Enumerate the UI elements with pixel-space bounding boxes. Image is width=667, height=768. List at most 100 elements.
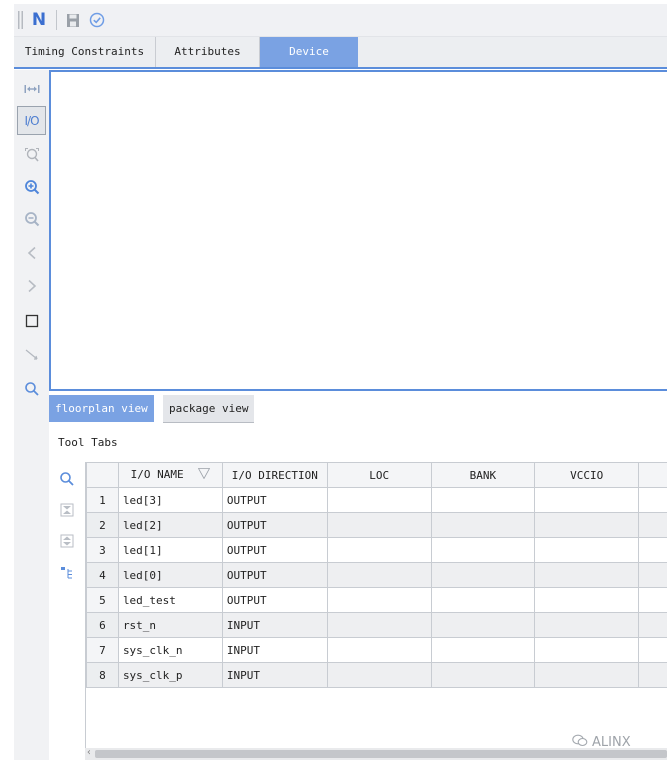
search-icon[interactable] — [17, 374, 46, 403]
table-row[interactable]: 1 led[3] OUTPUT — [86, 487, 667, 513]
table-row[interactable]: 6 rst_n INPUT — [86, 612, 667, 638]
overflow-cell — [638, 512, 667, 538]
bank-cell[interactable] — [430, 487, 536, 513]
io-direction-cell[interactable]: OUTPUT — [221, 487, 328, 513]
tab-floorplan-view[interactable]: floorplan view — [49, 395, 154, 422]
main-toolbar: N — [14, 4, 667, 37]
toolbar-divider — [52, 4, 62, 36]
bank-cell[interactable] — [430, 587, 536, 613]
vccio-cell[interactable] — [534, 512, 640, 538]
io-name-cell[interactable]: sys_clk_n — [117, 637, 223, 663]
io-name-cell[interactable]: led[1] — [117, 537, 223, 563]
tree-view-icon[interactable] — [56, 562, 78, 584]
loc-cell[interactable] — [326, 637, 432, 663]
io-name-cell[interactable]: led[3] — [117, 487, 223, 513]
back-arrow-icon[interactable] — [17, 238, 46, 267]
io-direction-cell[interactable]: INPUT — [221, 637, 328, 663]
row-number: 1 — [86, 487, 119, 513]
io-direction-cell[interactable]: OUTPUT — [221, 562, 328, 588]
bank-cell[interactable] — [430, 562, 536, 588]
zoom-area-icon[interactable] — [17, 140, 46, 169]
loc-cell[interactable] — [326, 537, 432, 563]
io-name-cell[interactable]: rst_n — [117, 612, 223, 638]
vccio-cell[interactable] — [534, 637, 640, 663]
loc-cell[interactable] — [326, 512, 432, 538]
forward-arrow-icon[interactable] — [17, 271, 46, 300]
overflow-cell — [638, 637, 667, 663]
tab-attributes[interactable]: Attributes — [156, 37, 260, 67]
n-logo-icon[interactable]: N — [28, 4, 50, 36]
loc-cell[interactable] — [326, 662, 432, 688]
line-tool-icon[interactable] — [17, 340, 46, 369]
fit-width-icon[interactable] — [17, 74, 46, 103]
expand-icon[interactable] — [56, 530, 78, 552]
view-tabs: floorplan view package view — [49, 395, 667, 423]
vccio-cell[interactable] — [534, 562, 640, 588]
filter-icon[interactable] — [198, 468, 211, 482]
overflow-cell — [638, 662, 667, 688]
column-header-overflow — [638, 462, 667, 488]
io-name-cell[interactable]: led_test — [117, 587, 223, 613]
rectangle-select-icon[interactable] — [17, 306, 46, 335]
device-canvas[interactable] — [49, 70, 667, 391]
io-icon[interactable]: I/O — [17, 106, 46, 135]
table-tools — [52, 462, 84, 758]
column-header-vccio[interactable]: VCCIO — [534, 462, 640, 488]
io-table-container: I/O NAME I/O DIRECTION LOC BANK VCCIO 1 … — [85, 462, 667, 748]
table-row[interactable]: 7 sys_clk_n INPUT — [86, 637, 667, 663]
bank-cell[interactable] — [430, 537, 536, 563]
tool-tabs-label: Tool Tabs — [58, 436, 118, 449]
overflow-cell — [638, 487, 667, 513]
table-row[interactable]: 3 led[1] OUTPUT — [86, 537, 667, 563]
table-header-row: I/O NAME I/O DIRECTION LOC BANK VCCIO — [86, 462, 667, 488]
tab-device[interactable]: Device — [260, 37, 358, 67]
io-direction-cell[interactable]: OUTPUT — [221, 512, 328, 538]
scroll-left-icon[interactable]: ‹ — [86, 747, 92, 758]
column-header-loc[interactable]: LOC — [326, 462, 432, 488]
table-row[interactable]: 4 led[0] OUTPUT — [86, 562, 667, 588]
loc-cell[interactable] — [326, 562, 432, 588]
io-direction-cell[interactable]: INPUT — [221, 612, 328, 638]
column-header-io-name[interactable]: I/O NAME — [117, 462, 223, 488]
loc-cell[interactable] — [326, 587, 432, 613]
io-direction-cell[interactable]: OUTPUT — [221, 587, 328, 613]
scrollbar-thumb[interactable] — [95, 750, 667, 758]
loc-cell[interactable] — [326, 487, 432, 513]
tab-timing-constraints[interactable]: Timing Constraints — [14, 37, 156, 67]
bank-cell[interactable] — [430, 662, 536, 688]
vccio-cell[interactable] — [534, 662, 640, 688]
io-name-cell[interactable]: led[2] — [117, 512, 223, 538]
io-name-cell[interactable]: sys_clk_p — [117, 662, 223, 688]
vccio-cell[interactable] — [534, 537, 640, 563]
io-direction-cell[interactable]: OUTPUT — [221, 537, 328, 563]
io-table: I/O NAME I/O DIRECTION LOC BANK VCCIO 1 … — [86, 462, 667, 688]
io-direction-cell[interactable]: INPUT — [221, 662, 328, 688]
table-row[interactable]: 8 sys_clk_p INPUT — [86, 662, 667, 688]
vccio-cell[interactable] — [534, 587, 640, 613]
io-name-cell[interactable]: led[0] — [117, 562, 223, 588]
table-row[interactable]: 5 led_test OUTPUT — [86, 587, 667, 613]
watermark: ALINX — [572, 734, 631, 751]
zoom-out-icon[interactable] — [17, 204, 46, 233]
vccio-cell[interactable] — [534, 612, 640, 638]
bank-cell[interactable] — [430, 612, 536, 638]
vccio-cell[interactable] — [534, 487, 640, 513]
check-circle-icon[interactable] — [86, 4, 108, 36]
grip-icon — [16, 4, 26, 36]
device-toolbar: I/O — [14, 70, 49, 760]
zoom-in-icon[interactable] — [17, 172, 46, 201]
row-number-header — [86, 462, 119, 488]
row-number: 4 — [86, 562, 119, 588]
row-number: 3 — [86, 537, 119, 563]
tab-package-view[interactable]: package view — [163, 395, 255, 423]
bank-cell[interactable] — [430, 637, 536, 663]
table-row[interactable]: 2 led[2] OUTPUT — [86, 512, 667, 538]
save-icon[interactable] — [62, 4, 84, 36]
column-header-io-direction[interactable]: I/O DIRECTION — [221, 462, 328, 488]
search-icon[interactable] — [56, 468, 78, 490]
column-header-bank[interactable]: BANK — [430, 462, 536, 488]
loc-cell[interactable] — [326, 612, 432, 638]
collapse-icon[interactable] — [56, 499, 78, 521]
bank-cell[interactable] — [430, 512, 536, 538]
overflow-cell — [638, 612, 667, 638]
